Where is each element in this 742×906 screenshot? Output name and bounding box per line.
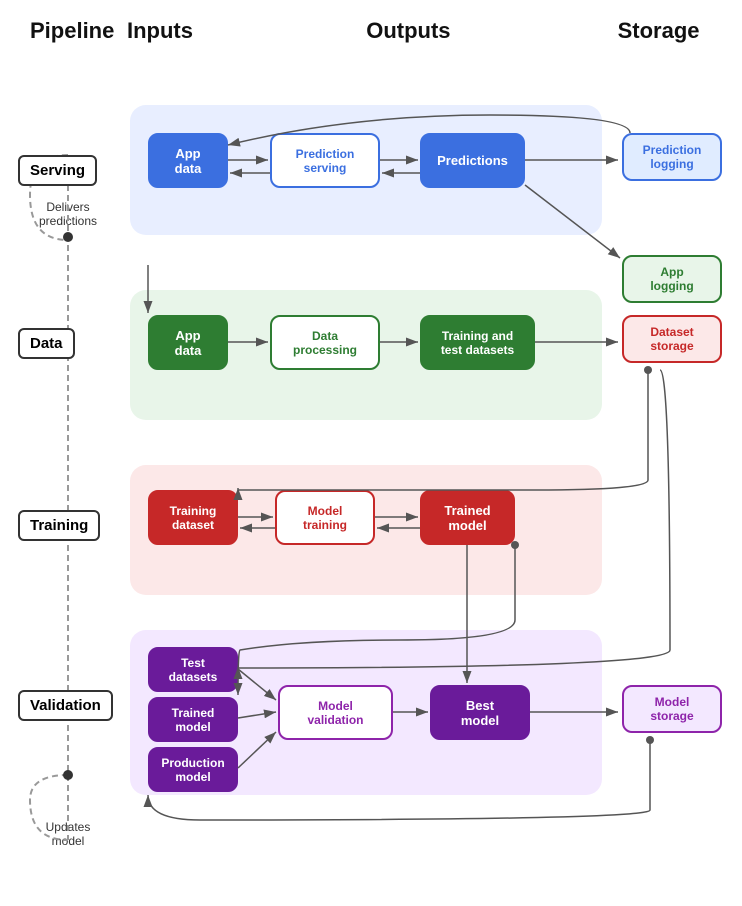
model-storage: Modelstorage — [622, 685, 722, 733]
data-processing: Dataprocessing — [270, 315, 380, 370]
header-pipeline: Pipeline — [30, 18, 117, 44]
data-app-data: Appdata — [148, 315, 228, 370]
app-logging: Applogging — [622, 255, 722, 303]
validation-test-datasets: Testdatasets — [148, 647, 238, 692]
serving-predictions: Predictions — [420, 133, 525, 188]
pipeline-label-data: Data — [18, 328, 75, 359]
data-training-test-datasets: Training andtest datasets — [420, 315, 535, 370]
updates-model-label: Updates model — [28, 820, 108, 848]
training-dataset: Trainingdataset — [148, 490, 238, 545]
best-model: Best model — [430, 685, 530, 740]
serving-app-data: Appdata — [148, 133, 228, 188]
delivers-predictions-label: Delivers predictions — [28, 200, 108, 228]
serving-prediction-logging: Predictionlogging — [622, 133, 722, 181]
pipeline-label-serving: Serving — [18, 155, 97, 186]
data-dataset-storage: Datasetstorage — [622, 315, 722, 363]
model-validation: Modelvalidation — [278, 685, 393, 740]
header-inputs: Inputs — [127, 18, 266, 44]
training-trained-model: Trainedmodel — [420, 490, 515, 545]
model-training: Modeltraining — [275, 490, 375, 545]
header-storage: Storage — [618, 18, 722, 44]
pipeline-label-training: Training — [18, 510, 100, 541]
validation-trained-model: Trainedmodel — [148, 697, 238, 742]
pipeline-label-validation: Validation — [18, 690, 113, 721]
validation-production-model: Productionmodel — [148, 747, 238, 792]
serving-prediction-serving: Predictionserving — [270, 133, 380, 188]
header-outputs: Outputs — [366, 18, 557, 44]
